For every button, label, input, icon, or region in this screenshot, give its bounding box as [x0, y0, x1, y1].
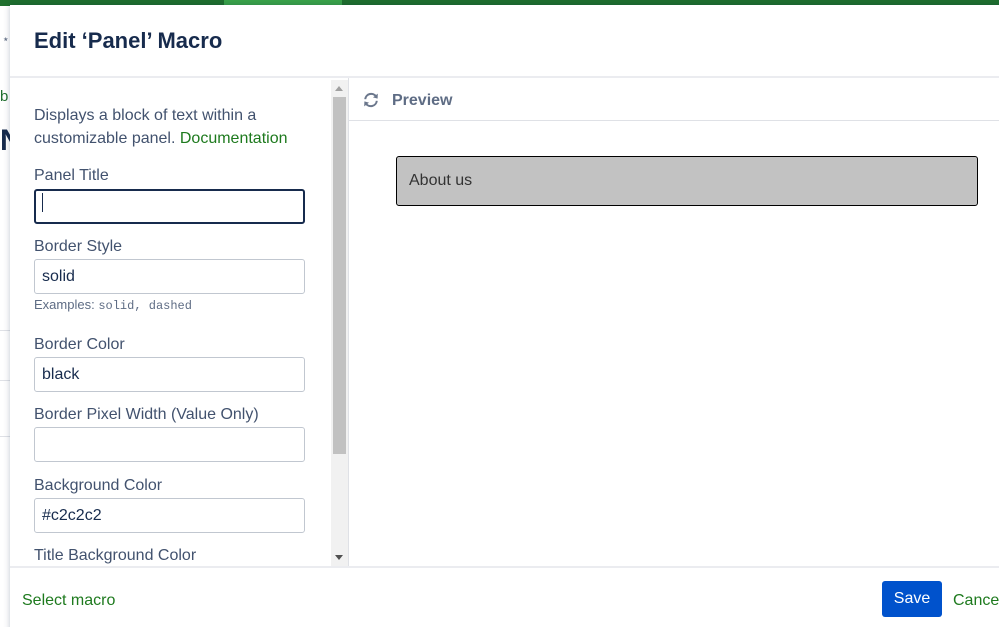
preview-panel: About us	[396, 156, 978, 206]
background-fragment: ⋆	[2, 32, 10, 46]
cancel-button[interactable]: Cancel	[953, 592, 999, 610]
dialog-title: Edit ‘Panel’ Macro	[34, 28, 223, 53]
scroll-down-arrow[interactable]	[331, 549, 348, 566]
form-scrollbar[interactable]	[331, 80, 348, 566]
background-fragment: b	[0, 88, 9, 105]
border-style-label: Border Style	[34, 238, 123, 255]
border-color-label: Border Color	[34, 336, 125, 353]
background-color-input[interactable]	[34, 498, 305, 533]
save-button[interactable]: Save	[882, 581, 942, 617]
select-macro-link[interactable]: Select macro	[22, 592, 115, 610]
macro-editor-dialog: Edit ‘Panel’ Macro Displays a block of t…	[10, 5, 999, 627]
text-caret	[42, 193, 43, 212]
refresh-icon[interactable]	[362, 91, 380, 109]
title-background-color-label: Title Background Color	[34, 547, 197, 564]
border-style-hint: Examples: solid, dashed	[34, 297, 192, 313]
panel-title-input[interactable]	[34, 189, 305, 224]
border-pixel-width-input[interactable]	[34, 427, 305, 462]
macro-form-pane: Displays a block of text within a custom…	[10, 78, 348, 566]
scroll-thumb[interactable]	[333, 97, 346, 454]
documentation-link[interactable]: Documentation	[180, 130, 288, 147]
scroll-up-arrow[interactable]	[331, 80, 348, 97]
hint-examples: solid, dashed	[98, 299, 192, 313]
preview-panel-text: About us	[409, 172, 473, 189]
preview-header: Preview	[349, 78, 999, 121]
hint-prefix: Examples:	[34, 297, 95, 312]
border-color-input[interactable]	[34, 357, 305, 392]
border-style-input[interactable]	[34, 259, 305, 294]
border-pixel-width-label: Border Pixel Width (Value Only)	[34, 406, 259, 423]
macro-description: Displays a block of text within a custom…	[34, 104, 314, 150]
pane-divider	[348, 78, 349, 566]
dialog-header: Edit ‘Panel’ Macro	[10, 5, 999, 77]
dialog-footer: Select macro Save Cancel	[10, 566, 999, 627]
panel-title-label: Panel Title	[34, 167, 109, 184]
preview-label: Preview	[392, 92, 453, 109]
background-color-label: Background Color	[34, 477, 163, 494]
